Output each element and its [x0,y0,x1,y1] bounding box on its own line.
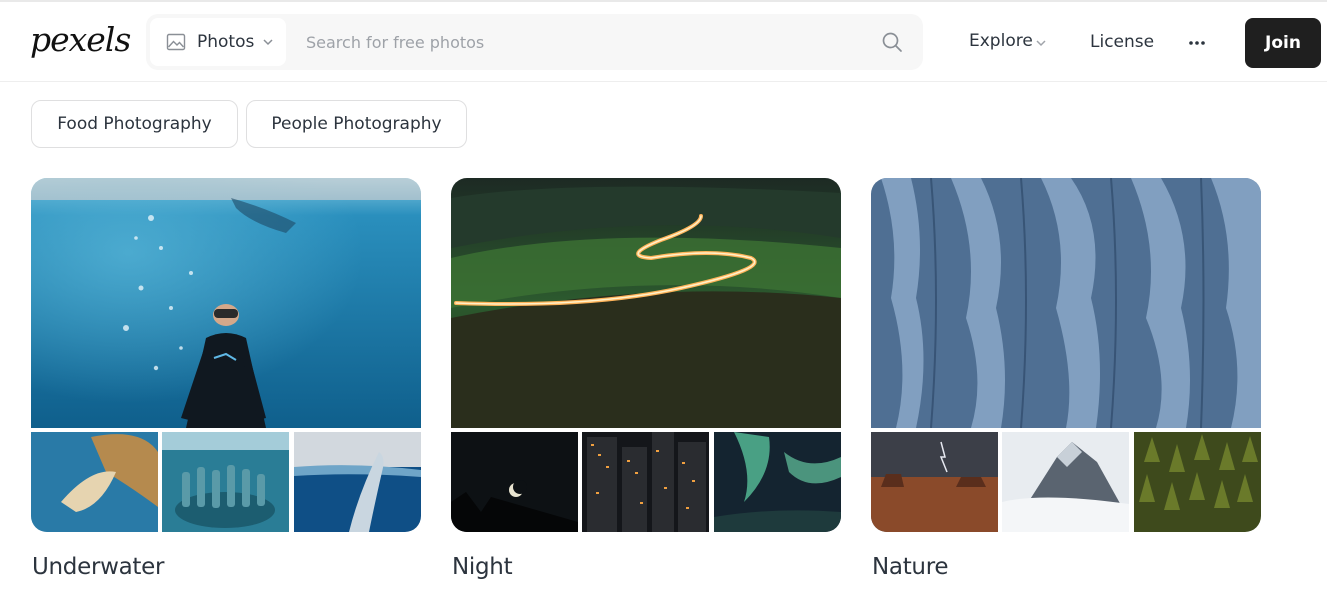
collection-title: Underwater [32,554,165,580]
collection-card-nature[interactable]: Nature [871,178,1261,598]
nav-explore[interactable]: Explore [969,31,1033,51]
search-icon[interactable] [880,30,904,54]
collection-thumb [31,432,158,532]
manta-ray-image [31,432,158,532]
desert-storm-image [871,432,998,532]
underwater-diver-image [31,178,421,428]
site-header: pexels Photos Explore License Join [0,2,1327,82]
collection-thumb [714,432,841,532]
collection-thumb [1134,432,1261,532]
collection-cover-image [451,178,841,428]
image-icon [166,33,186,51]
collection-thumb [451,432,578,532]
search-type-dropdown[interactable]: Photos [150,18,286,66]
collection-cover-image [31,178,421,428]
chevron-down-icon [263,39,273,46]
ellipsis-icon[interactable] [1186,32,1208,54]
aerial-ridges-image [871,178,1261,428]
join-button[interactable]: Join [1245,18,1321,68]
collection-thumb [871,432,998,532]
collection-thumb [294,432,421,532]
search-bar: Photos [146,14,923,70]
coral-sculpture-image [162,432,289,532]
snowy-peak-image [1002,432,1129,532]
collection-card-underwater[interactable]: Underwater [31,178,421,598]
collection-cover-image [871,178,1261,428]
collection-card-night[interactable]: Night [451,178,841,598]
chip-food-photography[interactable]: Food Photography [31,100,238,148]
collection-thumb [1002,432,1129,532]
collection-title: Nature [872,554,949,580]
aurora-image [714,432,841,532]
search-type-label: Photos [197,32,255,52]
pine-forest-image [1134,432,1261,532]
collection-thumb [162,432,289,532]
search-input[interactable] [296,18,856,66]
nav-license[interactable]: License [1090,32,1154,52]
collection-title: Night [452,554,513,580]
city-night-image [582,432,709,532]
chip-people-photography[interactable]: People Photography [246,100,467,148]
collection-thumb [582,432,709,532]
night-road-image [451,178,841,428]
chevron-down-icon[interactable] [1035,37,1047,49]
pexels-logo[interactable]: pexels [30,20,131,59]
whale-image [294,432,421,532]
crescent-moon-image [451,432,578,532]
